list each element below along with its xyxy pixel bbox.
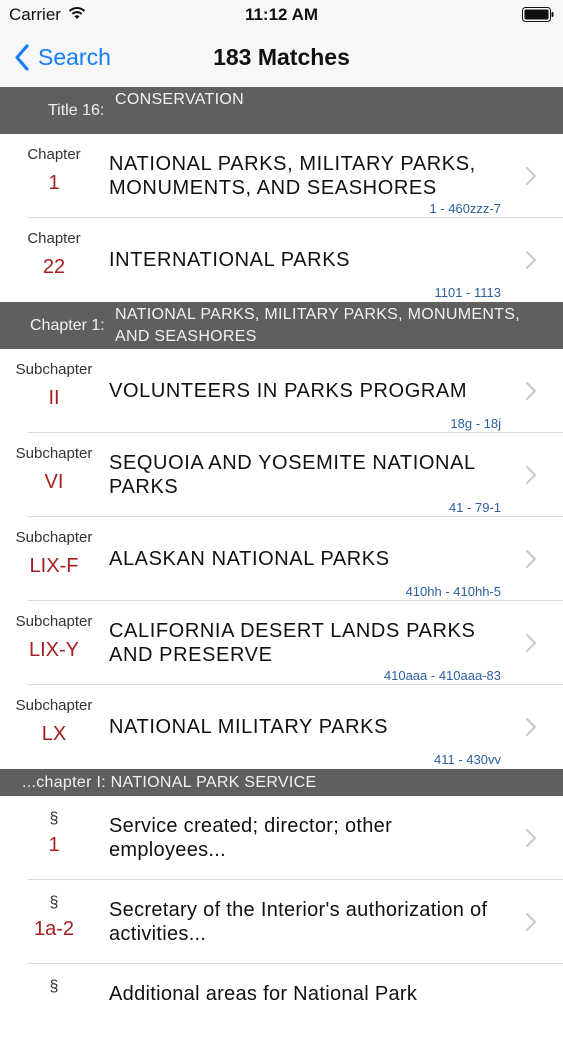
item-range: 41 - 79-1 (448, 500, 501, 515)
item-number: 22 (42, 256, 66, 278)
item-number: 1a-2 (33, 918, 75, 940)
item-range: 410hh - 410hh-5 (405, 584, 501, 599)
item-kind-label: Subchapter (15, 613, 93, 630)
section-header-text: ...chapter I: NATIONAL PARK SERVICE (22, 774, 317, 791)
item-number: 1 (48, 172, 60, 194)
chevron-right-icon (526, 718, 536, 736)
item-kind-label: Subchapter (15, 529, 93, 546)
section-header-chapter-1: Chapter 1: NATIONAL PARKS, MILITARY PARK… (0, 302, 563, 349)
item-title: Additional areas for National Park (109, 983, 418, 1005)
section-header-lead: Title 16: (48, 102, 105, 119)
item-title: Service created; director; other employe… (109, 815, 393, 861)
status-bar: Carrier 11:12 AM (0, 0, 563, 30)
chevron-right-icon (526, 550, 536, 568)
list-item[interactable]: Subchapter II VOLUNTEERS IN PARKS PROGRA… (0, 349, 563, 433)
section-header-text: CONSERVATION (115, 91, 244, 108)
item-title: Secretary of the Interior's authorizatio… (109, 899, 488, 945)
list-item[interactable]: § 1 Service created; director; other emp… (0, 796, 563, 880)
list-item[interactable]: Chapter 1 NATIONAL PARKS, MILITARY PARKS… (0, 134, 563, 218)
chevron-right-icon (526, 251, 536, 269)
item-title: SEQUOIA AND YOSEMITE NATIONAL PARKS (109, 452, 476, 498)
item-range: 410aaa - 410aaa-83 (383, 668, 501, 683)
item-kind-label: Chapter (27, 146, 81, 163)
item-kind-label: Subchapter (15, 697, 93, 714)
section-header-title-16: Title 16: CONSERVATION (0, 87, 563, 134)
battery-icon (522, 7, 554, 22)
section-header-national-park-service: ...chapter I: NATIONAL PARK SERVICE (0, 769, 563, 796)
results-list: Title 16: CONSERVATION Chapter 1 NATIONA… (0, 87, 563, 1048)
item-kind-label: Subchapter (15, 361, 93, 378)
section-header-text: NATIONAL PARKS, MILITARY PARKS, MONUMENT… (115, 306, 520, 345)
list-item[interactable]: § Additional areas for National Park (0, 964, 563, 1048)
status-time: 11:12 AM (244, 5, 319, 24)
section-symbol: § (49, 978, 59, 995)
item-number: LIX-Y (28, 639, 80, 661)
navigation-bar: Search 183 Matches (0, 30, 563, 87)
item-number: 1 (48, 834, 60, 856)
item-range: 411 - 430vv (434, 752, 501, 767)
item-number: LX (41, 723, 67, 745)
list-item[interactable]: § 1a-2 Secretary of the Interior's autho… (0, 880, 563, 964)
item-range: 1101 - 1113 (434, 285, 502, 300)
chevron-right-icon (526, 167, 536, 185)
item-number: VI (44, 471, 64, 493)
chevron-right-icon (526, 829, 536, 847)
item-number: LIX-F (29, 555, 79, 577)
item-range: 1 - 460zzz-7 (429, 201, 501, 216)
chevron-right-icon (526, 634, 536, 652)
item-number: II (48, 387, 60, 409)
section-symbol: § (49, 894, 59, 911)
item-range: 18g - 18j (450, 416, 501, 431)
section-header-lead: Chapter 1: (30, 317, 105, 334)
list-item[interactable]: Subchapter VI SEQUOIA AND YOSEMITE NATIO… (0, 433, 563, 517)
list-item[interactable]: Chapter 22 INTERNATIONAL PARKS 1101 - 11… (0, 218, 563, 302)
page-title: 183 Matches (213, 44, 350, 70)
item-kind-label: Chapter (27, 230, 81, 247)
chevron-right-icon (526, 466, 536, 484)
list-item[interactable]: Subchapter LIX-F ALASKAN NATIONAL PARKS … (0, 517, 563, 601)
item-title: VOLUNTEERS IN PARKS PROGRAM (109, 380, 468, 402)
list-item[interactable]: Subchapter LIX-Y CALIFORNIA DESERT LANDS… (0, 601, 563, 685)
chevron-right-icon (526, 913, 536, 931)
section-symbol: § (49, 810, 59, 827)
chevron-right-icon (526, 382, 536, 400)
list-item[interactable]: Subchapter LX NATIONAL MILITARY PARKS 41… (0, 685, 563, 769)
item-kind-label: Subchapter (15, 445, 93, 462)
